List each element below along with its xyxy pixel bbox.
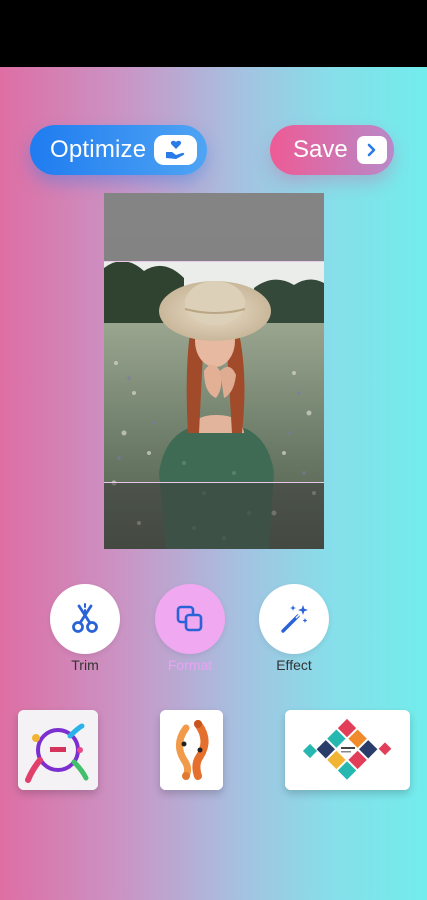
app-screen: Optimize Save Trim Format Effect [0,0,427,900]
scissors-icon [72,603,98,633]
template-thumbnail-koi[interactable] [160,710,223,790]
effect-label: Effect [276,657,312,673]
optimize-label: Optimize [50,136,147,163]
status-bar [0,0,427,67]
trim-button[interactable] [50,584,120,654]
optimize-hand-icon [154,135,197,165]
crop-mask-top [104,193,324,261]
chevron-right-icon [357,136,387,164]
optimize-button[interactable]: Optimize [30,125,207,175]
crop-handle-top[interactable] [104,261,324,262]
template-thumbnail-mosaic[interactable] [285,710,410,790]
effect-button[interactable] [259,584,329,654]
trim-label: Trim [71,657,99,673]
image-crop-canvas[interactable] [104,193,324,549]
format-label: Format [167,657,213,673]
crop-mask-bottom [104,482,324,549]
magic-wand-icon [281,605,308,633]
crop-handle-bottom[interactable] [104,482,324,483]
copy-squares-icon [176,605,203,632]
save-button[interactable]: Save [270,125,394,175]
diamond-mosaic-artwork [285,710,410,790]
template-thumbnail-circle[interactable] [18,710,98,790]
koi-fish-artwork [160,710,223,790]
format-button[interactable] [155,584,225,654]
save-label: Save [293,136,348,163]
colorful-circle-artwork [18,710,98,790]
